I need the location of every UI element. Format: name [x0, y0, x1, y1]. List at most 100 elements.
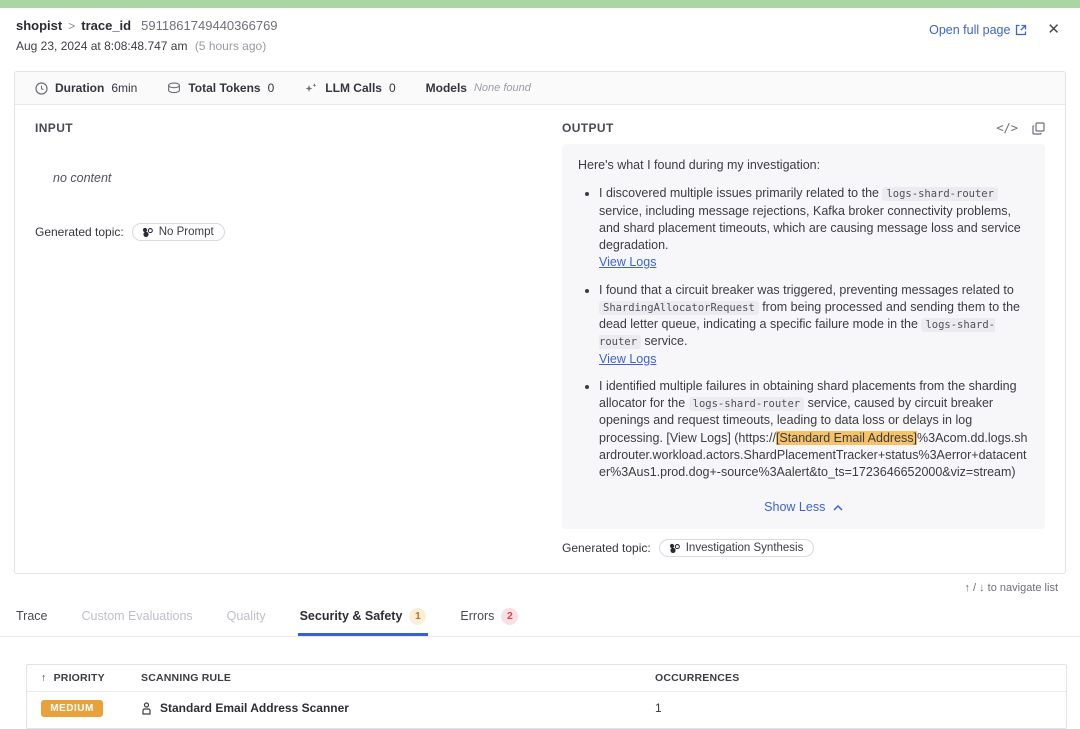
stat-total-tokens-value: 0: [268, 81, 275, 95]
stat-llm-calls-label: LLM Calls: [325, 81, 382, 95]
stat-models-value: None found: [474, 82, 531, 94]
topic-cluster-icon: [668, 542, 681, 554]
tab-security-safety-label: Security & Safety: [300, 609, 403, 623]
tab-quality[interactable]: Quality: [225, 598, 268, 636]
errors-count-badge: 2: [501, 608, 518, 625]
inline-code: logs-shard-router: [689, 397, 804, 411]
output-topic-label: Generated topic:: [562, 541, 651, 555]
trace-id-value: 5911861749440366769: [141, 18, 277, 33]
detail-tabs: Trace Custom Evaluations Quality Securit…: [0, 598, 1080, 637]
header-left: shopist > trace_id 5911861749440366769 A…: [16, 18, 278, 53]
tokens-icon: [167, 82, 181, 94]
pii-highlight: [Standard Email Address]: [776, 431, 917, 445]
scanning-rule-name: Standard Email Address Scanner: [160, 701, 349, 715]
priority-badge: MEDIUM: [41, 700, 103, 717]
navigate-list-hint: ↑ / ↓ to navigate list: [0, 574, 1080, 594]
chevron-up-icon: [833, 505, 843, 511]
tab-security-safety[interactable]: Security & Safety 1: [298, 598, 429, 636]
trace-stats-bar: Duration 6min Total Tokens 0 LLM Calls 0…: [15, 72, 1065, 105]
priority-cell: MEDIUM: [41, 700, 125, 717]
stat-duration: Duration 6min: [35, 81, 137, 95]
breadcrumb-trace-label: trace_id: [81, 18, 131, 33]
tab-trace-label: Trace: [16, 609, 48, 623]
trace-timestamp: Aug 23, 2024 at 8:08:48.747 am (5 hours …: [16, 39, 278, 53]
tab-trace[interactable]: Trace: [14, 598, 50, 636]
io-panels: INPUT no content Generated topic: No Pro…: [15, 105, 1065, 573]
trace-detail-card: Duration 6min Total Tokens 0 LLM Calls 0…: [14, 71, 1066, 574]
code-view-icon[interactable]: </>: [996, 121, 1018, 135]
column-priority[interactable]: ↑ PRIORITY: [41, 672, 125, 684]
stat-llm-calls-value: 0: [389, 81, 396, 95]
external-link-icon: [1015, 24, 1027, 36]
relative-time: (5 hours ago): [195, 39, 266, 53]
open-full-page-link[interactable]: Open full page: [929, 23, 1027, 37]
output-header: OUTPUT </>: [562, 121, 1045, 135]
output-text: service.: [641, 334, 688, 348]
view-logs-link[interactable]: View Logs: [599, 352, 656, 366]
stat-total-tokens: Total Tokens 0: [167, 81, 274, 95]
column-priority-label: PRIORITY: [54, 672, 105, 684]
input-topic-value: No Prompt: [159, 226, 214, 238]
table-header-row: ↑ PRIORITY SCANNING RULE OCCURRENCES: [27, 665, 1066, 692]
output-topic-row: Generated topic: Investigation Synthesis: [562, 539, 1045, 557]
show-less-label: Show Less: [764, 500, 825, 514]
inline-code: ShardingAllocatorRequest: [599, 301, 759, 315]
input-topic-pill[interactable]: No Prompt: [132, 223, 225, 241]
breadcrumb: shopist > trace_id 5911861749440366769: [16, 18, 278, 33]
header-actions: Open full page ✕: [929, 18, 1060, 37]
output-bullet: I discovered multiple issues primarily r…: [599, 185, 1029, 271]
output-topic-pill[interactable]: Investigation Synthesis: [659, 539, 815, 557]
view-logs-link[interactable]: View Logs: [599, 255, 656, 269]
show-less-button[interactable]: Show Less: [578, 491, 1029, 522]
output-bullet-list: I discovered multiple issues primarily r…: [578, 185, 1029, 481]
output-header-icons: </>: [996, 121, 1045, 135]
breadcrumb-service[interactable]: shopist: [16, 18, 62, 33]
clock-icon: [35, 82, 48, 95]
input-empty-message: no content: [53, 171, 518, 185]
output-title: OUTPUT: [562, 121, 614, 135]
tab-errors-label: Errors: [460, 609, 494, 623]
output-topic-value: Investigation Synthesis: [686, 542, 804, 554]
column-occurrences[interactable]: OCCURRENCES: [655, 672, 1052, 684]
input-panel: INPUT no content Generated topic: No Pro…: [35, 121, 518, 557]
column-scanning-rule[interactable]: SCANNING RULE: [141, 672, 655, 684]
sparkles-icon: [304, 82, 318, 95]
output-content-box: Here's what I found during my investigat…: [562, 144, 1045, 529]
output-bullet: I found that a circuit breaker was trigg…: [599, 282, 1029, 368]
security-count-badge: 1: [409, 608, 426, 625]
inline-code: logs-shard-router: [882, 187, 997, 201]
input-topic-label: Generated topic:: [35, 225, 124, 239]
stat-models-label: Models: [426, 81, 467, 95]
close-icon[interactable]: ✕: [1047, 22, 1060, 37]
input-title: INPUT: [35, 121, 518, 135]
stat-total-tokens-label: Total Tokens: [188, 81, 260, 95]
tab-custom-evaluations[interactable]: Custom Evaluations: [80, 598, 195, 636]
tab-quality-label: Quality: [227, 609, 266, 623]
stat-models: Models None found: [426, 81, 531, 95]
stat-llm-calls: LLM Calls 0: [304, 81, 395, 95]
output-text: service, including message rejections, K…: [599, 204, 1021, 253]
security-findings-table: ↑ PRIORITY SCANNING RULE OCCURRENCES MED…: [26, 664, 1067, 729]
input-topic-row: Generated topic: No Prompt: [35, 223, 518, 241]
table-row[interactable]: MEDIUM Standard Email Address Scanner 1: [27, 692, 1066, 728]
output-text: I discovered multiple issues primarily r…: [599, 186, 882, 200]
output-bullet: I identified multiple failures in obtain…: [599, 378, 1029, 482]
topic-cluster-icon: [141, 226, 154, 238]
scanning-rule-cell: Standard Email Address Scanner: [141, 701, 655, 715]
output-intro: Here's what I found during my investigat…: [578, 157, 1029, 174]
stat-duration-label: Duration: [55, 81, 104, 95]
output-text: I found that a circuit breaker was trigg…: [599, 283, 1014, 297]
stat-duration-value: 6min: [111, 81, 137, 95]
occurrences-cell: 1: [655, 701, 1052, 715]
panel-header: shopist > trace_id 5911861749440366769 A…: [0, 8, 1080, 59]
open-full-page-label: Open full page: [929, 23, 1010, 37]
copy-icon[interactable]: [1032, 122, 1045, 135]
person-icon: [141, 702, 152, 715]
tab-custom-evaluations-label: Custom Evaluations: [82, 609, 193, 623]
timestamp-text: Aug 23, 2024 at 8:08:48.747 am: [16, 39, 187, 53]
sort-ascending-icon: ↑: [41, 672, 46, 684]
tab-errors[interactable]: Errors 2: [458, 598, 520, 636]
trace-status-bar: [0, 0, 1080, 8]
breadcrumb-separator-icon: >: [68, 19, 75, 33]
output-panel: OUTPUT </> Here's what I found during my…: [562, 121, 1045, 557]
